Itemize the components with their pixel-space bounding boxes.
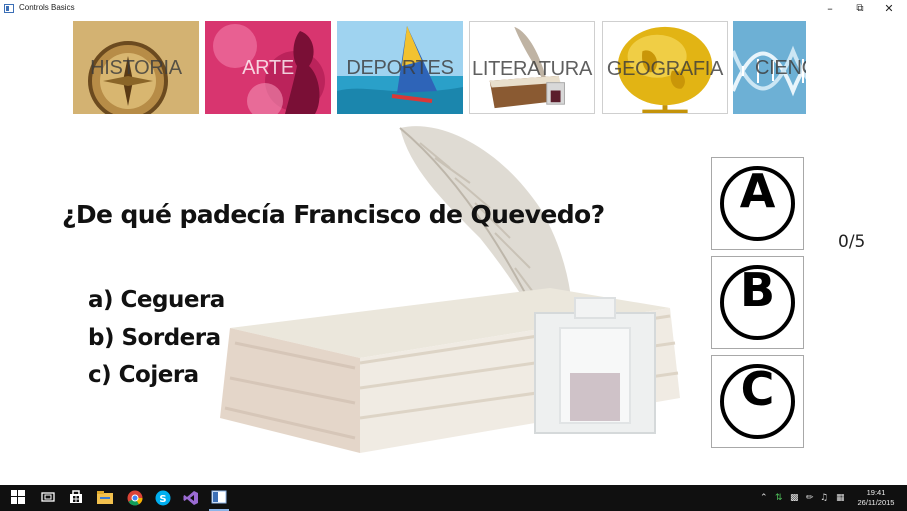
answer-c-button[interactable]: C (711, 355, 804, 448)
answer-options-list: a) Ceguera b) Sordera c) Cojera (88, 282, 225, 395)
option-b-text: b) Sordera (88, 324, 221, 351)
category-tile-geografia[interactable]: GEOGRAFIA (602, 21, 728, 114)
minimize-button[interactable]: – (815, 0, 845, 18)
app-window-icon (4, 4, 14, 13)
option-c-text: c) Cojera (88, 362, 199, 388)
visual-studio-icon[interactable] (178, 485, 204, 511)
restore-button[interactable]: ⧉ (845, 0, 875, 18)
window-title: Controls Basics (19, 3, 75, 12)
taskbar-clock[interactable]: 19:41 26/11/2015 (851, 488, 901, 508)
title-bar: Controls Basics – ⧉ ✕ (0, 0, 907, 18)
category-label-literatura: LITERATURA (472, 58, 592, 80)
inkpot-illustration (534, 297, 656, 434)
task-view-icon[interactable] (36, 485, 62, 511)
pen-icon[interactable]: ✏ (806, 485, 814, 511)
category-tile-literatura[interactable]: LITERATURA (469, 21, 595, 114)
close-button[interactable]: ✕ (874, 0, 904, 18)
option-a-text: a) Ceguera (88, 287, 225, 313)
category-tile-arte[interactable]: ARTE (205, 21, 331, 114)
answer-b-button[interactable]: B (711, 256, 804, 349)
category-strip: HISTORIA ARTE DEPORTES LITERATURA GEOGRA… (73, 21, 806, 114)
score-counter: 0/5 (838, 232, 866, 252)
category-label-deportes: DEPORTES (346, 57, 454, 79)
category-tile-historia[interactable]: HISTORIA (73, 21, 199, 114)
chrome-icon[interactable] (122, 485, 148, 511)
show-hidden-icons-chevron-icon[interactable]: ⌃ (760, 485, 768, 511)
category-label-arte: ARTE (242, 57, 294, 79)
answer-a-letter: A (739, 164, 776, 218)
answer-c-letter: C (740, 362, 775, 416)
volume-icon[interactable]: ♫ (820, 485, 828, 511)
controls-basics-app-icon[interactable] (206, 485, 232, 511)
category-tile-ciencia[interactable]: CIENC (733, 21, 806, 114)
clock-time: 19:41 (866, 488, 886, 497)
clock-date: 26/11/2015 (857, 498, 895, 507)
battery-icon[interactable]: ▩ (790, 485, 799, 511)
answer-b-letter: B (739, 263, 776, 317)
taskbar: S ⌃ ⇅ ▩ ✏ ♫ ▦ 19:41 26/11/2015 (0, 485, 907, 511)
question-text: ¿De qué padecía Francisco de Quevedo? (62, 200, 605, 229)
skype-icon[interactable]: S (150, 485, 176, 511)
store-icon[interactable] (64, 485, 90, 511)
notifications-icon[interactable]: ▦ (836, 485, 845, 511)
file-explorer-icon[interactable] (92, 485, 118, 511)
svg-text:S: S (159, 494, 166, 505)
category-label-geografia: GEOGRAFIA (606, 58, 724, 80)
windows-start-icon[interactable] (6, 485, 32, 511)
category-tile-deportes[interactable]: DEPORTES (337, 21, 463, 114)
category-label-historia: HISTORIA (90, 57, 182, 79)
answer-a-button[interactable]: A (711, 157, 804, 250)
category-label-ciencia: CIENC (755, 57, 806, 79)
network-sync-icon[interactable]: ⇅ (775, 485, 783, 511)
